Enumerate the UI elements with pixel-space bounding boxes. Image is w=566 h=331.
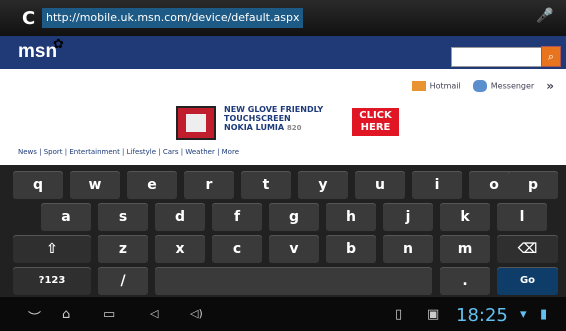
key-f[interactable]: f	[212, 203, 262, 231]
key-b[interactable]: b	[326, 235, 376, 263]
volume-down-icon[interactable]: ◁	[150, 307, 158, 320]
advert-banner[interactable]: NEW GLOVE FRIENDLY TOUCHSCREEN NOKIA LUM…	[176, 105, 400, 140]
key-l[interactable]: l	[497, 203, 547, 231]
key-x[interactable]: x	[155, 235, 205, 263]
key-h[interactable]: h	[326, 203, 376, 231]
sim-icon: ▯	[395, 307, 403, 322]
key-r[interactable]: r	[184, 171, 234, 199]
system-navigation-bar: ︶ ⌂ ▭ ◁ ◁) ▯ ▣ 18:25 ▾ ▮	[0, 297, 566, 331]
web-content: Hotmail Messenger » NEW GLOVE FRIENDLY T…	[0, 69, 566, 165]
key-u[interactable]: u	[355, 171, 405, 199]
key-e[interactable]: e	[127, 171, 177, 199]
key-w[interactable]: w	[70, 171, 120, 199]
key-c[interactable]: c	[212, 235, 262, 263]
space-key[interactable]	[155, 267, 432, 295]
msn-logo[interactable]: msn	[18, 41, 57, 63]
section-nav[interactable]: News | Sport | Entertainment | Lifestyle…	[18, 148, 239, 156]
back-icon[interactable]: ︶	[28, 307, 41, 326]
msn-header: msn ✿ ⌕	[0, 36, 566, 69]
search-icon[interactable]: ⌕	[541, 46, 561, 67]
key-t[interactable]: t	[241, 171, 291, 199]
key-j[interactable]: j	[383, 203, 433, 231]
reload-icon[interactable]: C	[22, 8, 35, 29]
period-key[interactable]: .	[440, 267, 490, 295]
gallery-icon: ▣	[427, 307, 440, 322]
recent-apps-icon[interactable]: ▭	[103, 307, 115, 322]
go-key[interactable]: Go	[497, 267, 558, 295]
key-z[interactable]: z	[98, 235, 148, 263]
key-y[interactable]: y	[298, 171, 348, 199]
backspace-key[interactable]: ⌫	[497, 235, 558, 263]
home-icon[interactable]: ⌂	[62, 307, 70, 322]
key-v[interactable]: v	[269, 235, 319, 263]
key-p[interactable]: p	[508, 171, 558, 199]
url-field[interactable]: http://mobile.uk.msn.com/device/default.…	[42, 8, 304, 28]
messenger-icon	[472, 80, 487, 92]
more-chevron-icon[interactable]: »	[546, 79, 554, 93]
soft-keyboard: q w e r t y u i o p a s d f g h j k l ⇧ …	[0, 165, 566, 297]
key-d[interactable]: d	[155, 203, 205, 231]
clock: 18:25	[456, 305, 508, 326]
wifi-icon: ▾	[520, 307, 527, 322]
volume-up-icon[interactable]: ◁)	[190, 307, 203, 320]
key-i[interactable]: i	[412, 171, 462, 199]
click-here-button[interactable]: CLICK HERE	[352, 108, 399, 136]
phone-image	[176, 106, 216, 140]
slash-key[interactable]: /	[98, 267, 148, 295]
mail-icon	[411, 81, 426, 91]
battery-icon: ▮	[540, 307, 548, 322]
key-m[interactable]: m	[440, 235, 490, 263]
key-q[interactable]: q	[13, 171, 63, 199]
mic-icon[interactable]: 🎤	[536, 8, 553, 24]
key-k[interactable]: k	[440, 203, 490, 231]
hotmail-link[interactable]: Hotmail	[411, 81, 461, 91]
browser-address-bar: C http://mobile.uk.msn.com/device/defaul…	[0, 0, 566, 37]
key-s[interactable]: s	[98, 203, 148, 231]
search-input[interactable]	[451, 47, 543, 67]
key-g[interactable]: g	[269, 203, 319, 231]
butterfly-icon: ✿	[53, 37, 64, 52]
key-n[interactable]: n	[383, 235, 433, 263]
key-a[interactable]: a	[41, 203, 91, 231]
advert-text: NEW GLOVE FRIENDLY TOUCHSCREEN NOKIA LUM…	[224, 105, 324, 132]
symbols-key[interactable]: ?123	[13, 267, 91, 295]
messenger-link[interactable]: Messenger	[472, 80, 534, 92]
shift-key[interactable]: ⇧	[13, 235, 91, 263]
header-links: Hotmail Messenger »	[411, 79, 554, 93]
